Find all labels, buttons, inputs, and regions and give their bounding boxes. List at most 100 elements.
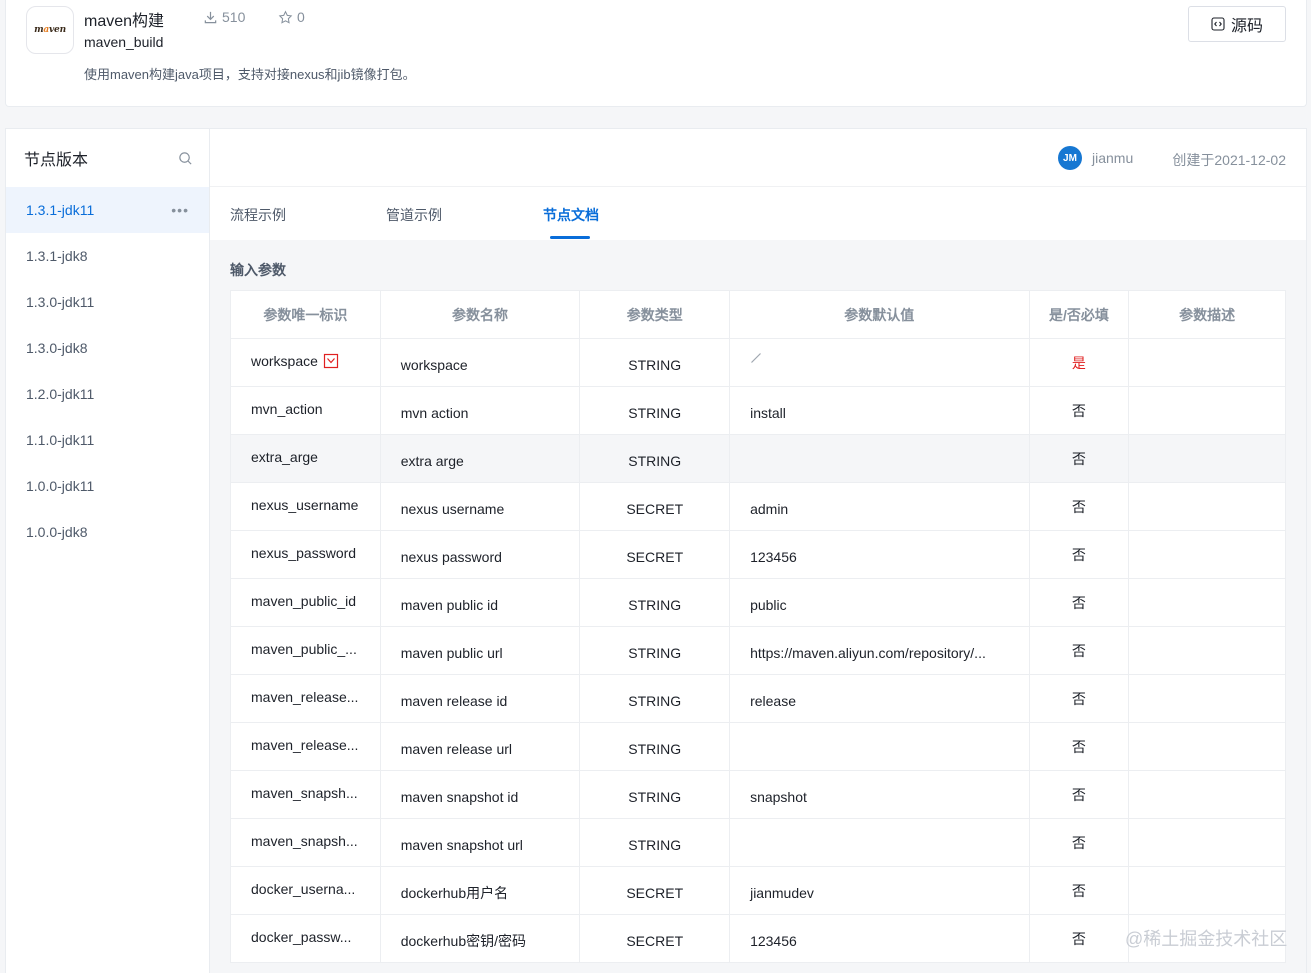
- version-label: 1.3.1-jdk11: [26, 202, 95, 218]
- version-item[interactable]: 1.0.0-jdk8: [6, 509, 209, 555]
- version-item[interactable]: 1.1.0-jdk11: [6, 417, 209, 463]
- param-key-cell: nexus_username: [231, 483, 381, 530]
- param-type: STRING: [580, 579, 731, 626]
- param-key-cell: maven_snapsh...: [231, 819, 381, 866]
- param-description: [1129, 579, 1285, 626]
- param-name: nexus username: [381, 483, 581, 530]
- param-key: maven_public_...: [251, 640, 357, 657]
- plugin-description: 使用maven构建java项目，支持对接nexus和jib镜像打包。: [84, 67, 416, 82]
- param-required: 否: [1030, 579, 1130, 626]
- tab-node-docs[interactable]: 节点文档: [543, 205, 599, 225]
- param-default: 123456: [730, 531, 1030, 578]
- table-row: maven_public_... maven public url STRING ht…: [231, 627, 1285, 675]
- param-key-cell: nexus_password: [231, 531, 381, 578]
- param-required: 否: [1030, 867, 1130, 914]
- version-sidebar: 节点版本 1.3.1-jdk11 ••• 1.3.1-jdk8 1.3.0-jdk11…: [5, 128, 210, 973]
- version-label: 1.0.0-jdk8: [26, 524, 88, 540]
- table-row: docker_userna... dockerhub用户名 SECRET jianmu…: [231, 867, 1285, 915]
- param-key-cell: maven_public_id: [231, 579, 381, 626]
- version-list: 1.3.1-jdk11 ••• 1.3.1-jdk8 1.3.0-jdk11 1.3.0…: [6, 187, 209, 555]
- param-key: maven_release...: [251, 736, 359, 753]
- table-row: maven_release... maven release id STRING re…: [231, 675, 1285, 723]
- version-item[interactable]: 1.3.0-jdk8: [6, 325, 209, 371]
- param-type: SECRET: [580, 531, 731, 578]
- created-date: 创建于2021-12-02: [1172, 152, 1286, 168]
- version-item[interactable]: 1.0.0-jdk11: [6, 463, 209, 509]
- param-default: [730, 819, 1030, 866]
- version-item[interactable]: 1.3.1-jdk8: [6, 233, 209, 279]
- param-required: 否: [1030, 819, 1130, 866]
- main-panel: JM jianmu 创建于2021-12-02 流程示例 管道示例 节点文档 输…: [210, 128, 1307, 973]
- version-label: 1.1.0-jdk11: [26, 432, 95, 448]
- version-item[interactable]: 1.3.1-jdk11 •••: [6, 187, 209, 233]
- table-row: mvn_action mvn action STRING install 否: [231, 387, 1285, 435]
- source-code-button[interactable]: 源码: [1188, 6, 1286, 42]
- param-default: install: [730, 387, 1030, 434]
- param-name: maven snapshot url: [381, 819, 581, 866]
- param-required: 否: [1030, 771, 1130, 818]
- table-row: maven_snapsh... maven snapshot url STRING 否: [231, 819, 1285, 867]
- param-name: nexus password: [381, 531, 581, 578]
- download-count-value: 510: [222, 9, 246, 25]
- table-row: workspace workspace STRING 是: [231, 339, 1285, 387]
- param-description: [1129, 387, 1285, 434]
- tab-flow-example[interactable]: 流程示例: [230, 205, 286, 225]
- param-key-cell: extra_arge: [231, 435, 381, 482]
- search-icon[interactable]: [178, 151, 193, 166]
- param-required: 否: [1030, 483, 1130, 530]
- param-description: [1129, 435, 1285, 482]
- column-header: 参数描述: [1179, 306, 1236, 323]
- column-header: 参数名称: [381, 291, 581, 338]
- param-key: maven_release...: [251, 688, 359, 705]
- version-item[interactable]: 1.3.0-jdk11: [6, 279, 209, 325]
- version-label: 1.3.1-jdk8: [26, 248, 88, 264]
- param-type: STRING: [580, 339, 731, 386]
- download-icon: [204, 11, 217, 23]
- param-key-cell: maven_snapsh...: [231, 771, 381, 818]
- param-type: STRING: [580, 723, 731, 770]
- param-required: 否: [1030, 675, 1130, 722]
- edit-icon[interactable]: [750, 352, 762, 364]
- logo-wordmark: maven: [34, 25, 66, 35]
- param-required: 否: [1030, 435, 1130, 482]
- plugin-name: maven_build: [84, 34, 164, 50]
- active-tab-indicator: [550, 236, 590, 239]
- param-required: 否: [1030, 723, 1130, 770]
- param-default: [730, 435, 1030, 482]
- star-icon: [278, 10, 293, 24]
- column-header: 参数唯一标识: [231, 291, 381, 338]
- param-name: dockerhub密钥/密码: [381, 915, 581, 962]
- param-type: STRING: [580, 819, 731, 866]
- param-name: maven release url: [381, 723, 581, 770]
- param-description: [1129, 675, 1285, 722]
- param-default: [730, 339, 1030, 386]
- param-default: [730, 723, 1030, 770]
- param-key-cell: docker_userna...: [231, 867, 381, 914]
- param-name: maven release id: [381, 675, 581, 722]
- tab-bar: 流程示例 管道示例 节点文档: [210, 187, 1306, 240]
- source-code-label: 源码: [1230, 18, 1263, 35]
- param-name: maven public id: [381, 579, 581, 626]
- download-count: 510: [203, 9, 245, 25]
- table-row: nexus_username nexus username SECRET admin 否: [231, 483, 1285, 531]
- param-type: SECRET: [580, 867, 731, 914]
- author-name[interactable]: jianmu: [1092, 150, 1133, 166]
- param-default: admin: [730, 483, 1030, 530]
- version-item[interactable]: 1.2.0-jdk11: [6, 371, 209, 417]
- sidebar-header: 节点版本: [6, 129, 209, 187]
- param-type: STRING: [580, 387, 731, 434]
- more-options-icon[interactable]: •••: [171, 202, 189, 218]
- star-count[interactable]: 0: [278, 9, 305, 25]
- param-default: https://maven.aliyun.com/repository/...: [730, 627, 1030, 674]
- param-description: [1129, 531, 1285, 578]
- param-key: maven_snapsh...: [251, 832, 358, 849]
- param-default: release: [730, 675, 1030, 722]
- param-key-cell: maven_release...: [231, 723, 381, 770]
- param-type: STRING: [580, 627, 731, 674]
- avatar[interactable]: JM: [1058, 146, 1082, 170]
- param-default: 123456: [730, 915, 1030, 962]
- meta-bar: JM jianmu 创建于2021-12-02: [210, 129, 1306, 187]
- plugin-title: maven构建: [84, 13, 165, 30]
- tab-pipeline-example[interactable]: 管道示例: [386, 205, 442, 225]
- version-label: 1.2.0-jdk11: [26, 386, 95, 402]
